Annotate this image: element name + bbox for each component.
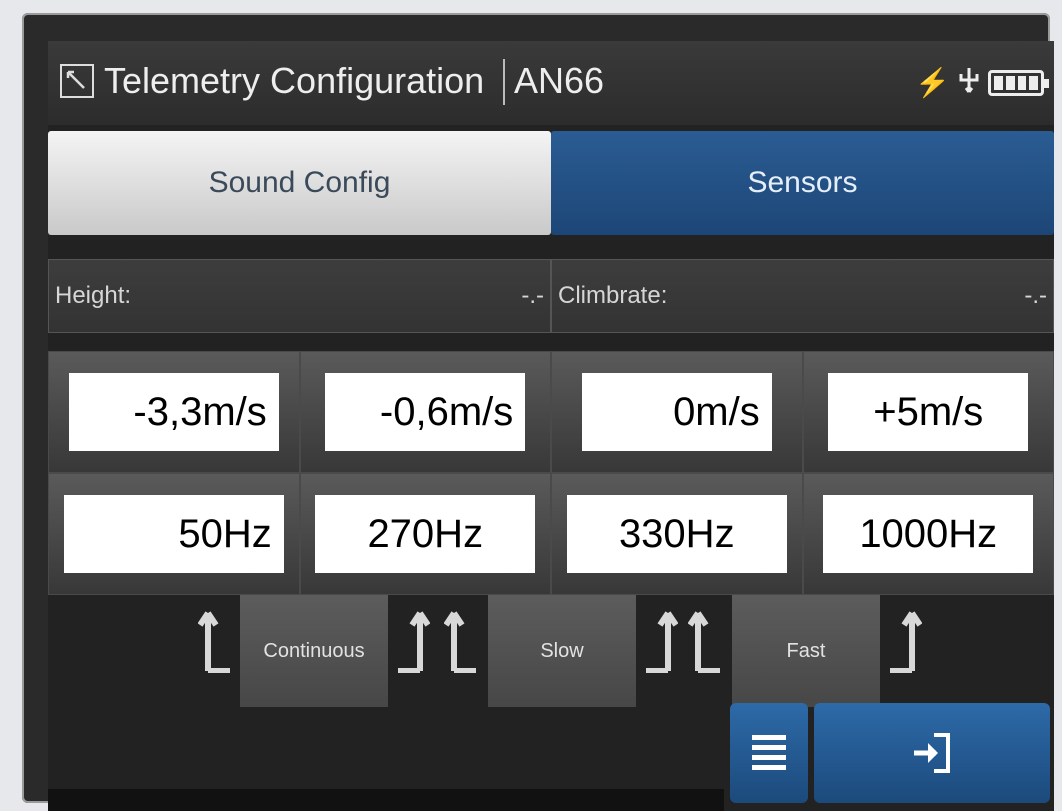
menu-icon xyxy=(752,735,786,770)
climbrate-readout: Climbrate: -.- xyxy=(551,259,1054,333)
sound-config-grid: -3,3m/s -0,6m/s 0m/s +5m/s 50Hz 270Hz 33… xyxy=(48,351,1054,595)
title-bar: Telemetry Configuration AN66 ⚡ xyxy=(48,41,1054,125)
device-name: AN66 xyxy=(514,60,605,101)
arrow-left-icon[interactable] xyxy=(197,603,234,674)
frequency-field[interactable]: 50Hz xyxy=(63,495,284,573)
speed-field[interactable]: +5m/s xyxy=(828,373,1029,451)
frequency-cell: 1000Hz xyxy=(802,473,1054,595)
menu-button[interactable] xyxy=(730,703,808,803)
speed-field[interactable]: 0m/s xyxy=(581,373,772,451)
flash-icon: ⚡ xyxy=(915,67,950,98)
height-label: Height: xyxy=(55,282,132,309)
frequency-field[interactable]: 270Hz xyxy=(315,495,536,573)
height-readout: Height: -.- xyxy=(48,259,551,333)
mode-fast[interactable]: Fast xyxy=(732,595,880,707)
frequency-cell: 330Hz xyxy=(551,473,803,595)
screen: Telemetry Configuration AN66 ⚡ Sound Con… xyxy=(48,41,1054,811)
arrow-right-icon[interactable] xyxy=(394,603,431,674)
height-value: -.- xyxy=(521,282,544,309)
arrow-left-icon[interactable] xyxy=(687,603,724,674)
speed-cell: -0,6m/s xyxy=(299,351,551,473)
arrow-left-icon[interactable] xyxy=(443,603,480,674)
mode-slow[interactable]: Slow xyxy=(488,595,636,707)
usb-icon xyxy=(958,66,980,100)
frequency-cell: 270Hz xyxy=(299,473,551,595)
mode-row: Continuous Slow Fast xyxy=(48,595,1054,711)
app-icon xyxy=(60,64,94,98)
footer-strip xyxy=(48,789,724,811)
sensor-readouts: Height: -.- Climbrate: -.- xyxy=(48,259,1054,333)
arrow-right-icon[interactable] xyxy=(642,603,679,674)
speed-field[interactable]: -0,6m/s xyxy=(325,373,526,451)
frequency-cell: 50Hz xyxy=(48,473,300,595)
speed-cell: +5m/s xyxy=(802,351,1054,473)
arrow-right-icon[interactable] xyxy=(886,603,923,674)
mode-continuous[interactable]: Continuous xyxy=(240,595,388,707)
speed-cell: -3,3m/s xyxy=(48,351,300,473)
climbrate-label: Climbrate: xyxy=(558,282,668,309)
tab-sensors[interactable]: Sensors xyxy=(551,131,1054,235)
climbrate-value: -.- xyxy=(1024,282,1047,309)
frequency-field[interactable]: 330Hz xyxy=(566,495,787,573)
battery-icon xyxy=(988,70,1049,96)
exit-icon xyxy=(914,733,950,773)
speed-cell: 0m/s xyxy=(551,351,803,473)
tab-sound-config[interactable]: Sound Config xyxy=(48,131,551,235)
window-title: Telemetry Configuration xyxy=(104,60,485,101)
device-frame: Telemetry Configuration AN66 ⚡ Sound Con… xyxy=(22,13,1054,811)
tab-bar: Sound Config Sensors xyxy=(48,131,1054,235)
title-separator xyxy=(503,59,505,105)
status-icons: ⚡ xyxy=(915,65,1049,101)
frequency-field[interactable]: 1000Hz xyxy=(823,495,1034,573)
speed-field[interactable]: -3,3m/s xyxy=(68,373,279,451)
exit-button[interactable] xyxy=(814,703,1050,803)
